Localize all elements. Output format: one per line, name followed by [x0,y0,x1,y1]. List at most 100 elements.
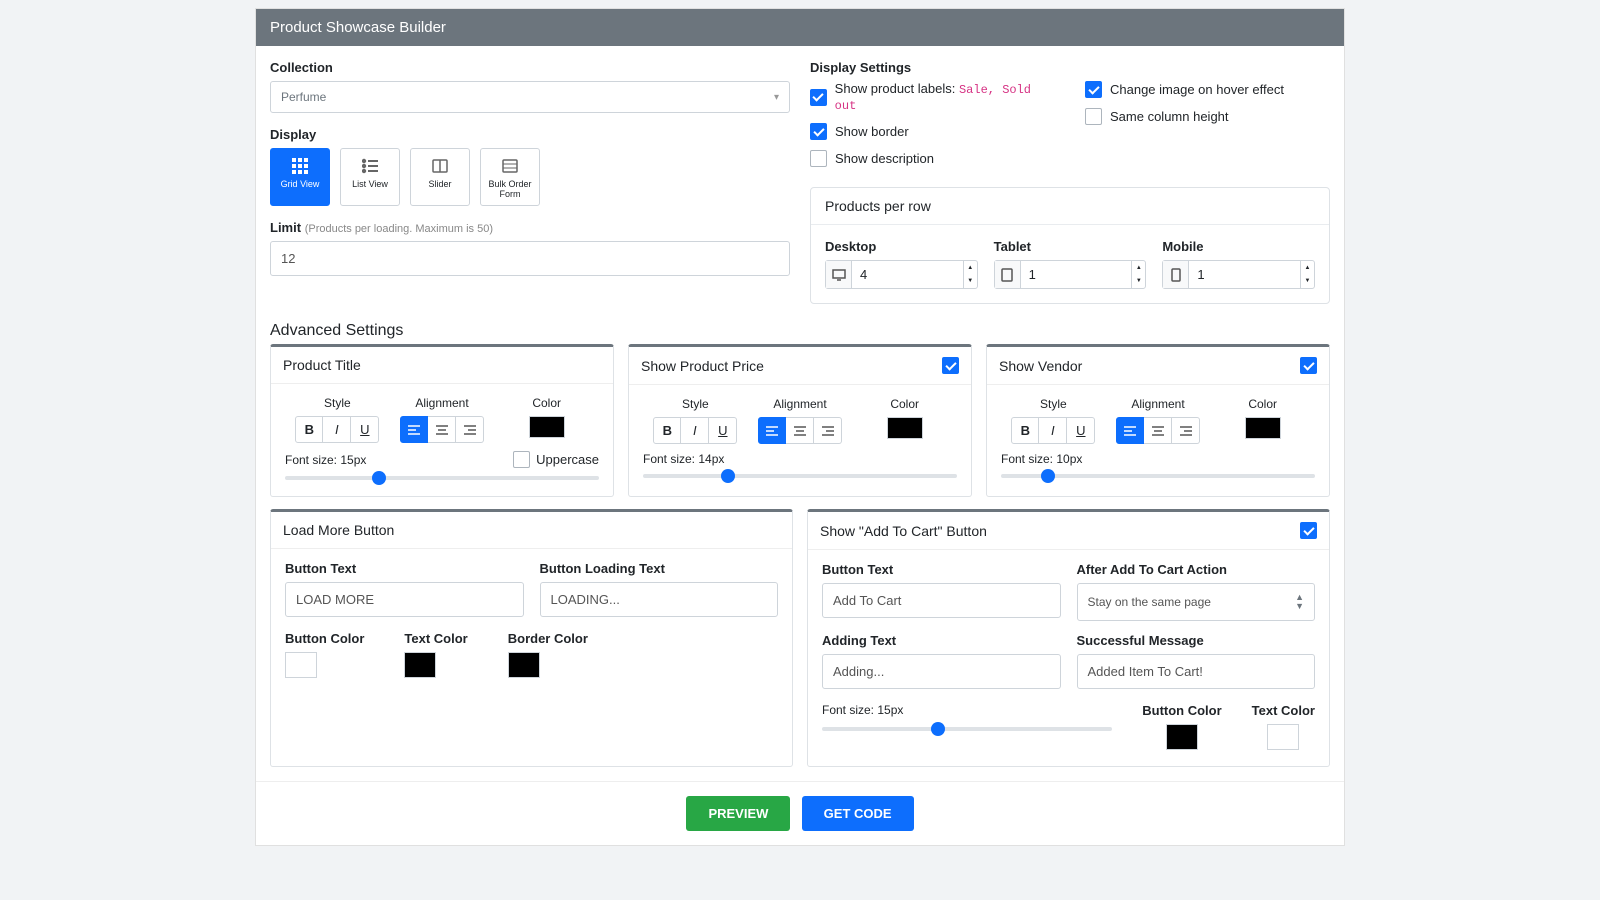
underline-button[interactable]: U [709,417,737,444]
app-container: Product Showcase Builder Collection Perf… [255,8,1345,846]
list-icon [345,157,395,175]
italic-button[interactable]: I [1039,417,1067,444]
show-description-checkbox[interactable] [810,150,827,167]
bold-button[interactable]: B [1011,417,1039,444]
success-msg-input[interactable]: Added Item To Cart! [1077,654,1316,689]
after-action-label: After Add To Cart Action [1077,562,1316,577]
load-more-header: Load More Button [283,522,394,538]
bold-button[interactable]: B [653,417,681,444]
collection-label: Collection [270,60,790,75]
align-right-button[interactable] [456,416,484,443]
atc-button-text-label: Button Text [822,562,1061,577]
vendor-card-header: Show Vendor [999,358,1082,374]
align-center-button[interactable] [428,416,456,443]
atc-header: Show "Add To Cart" Button [820,523,987,539]
style-label: Style [1001,397,1106,411]
collection-select[interactable]: Perfume ▾ [270,81,790,113]
font-size-label: Font size: 14px [643,452,957,466]
show-border-checkbox[interactable] [810,123,827,140]
chevron-down-icon: ▾ [774,92,779,103]
bold-button[interactable]: B [295,416,323,443]
align-center-button[interactable] [1144,417,1172,444]
mobile-icon [1163,261,1189,288]
display-grid-button[interactable]: Grid View [270,148,330,206]
show-labels-checkbox[interactable] [810,89,827,106]
button-color-swatch[interactable] [285,652,317,678]
adding-text-label: Adding Text [822,633,1061,648]
button-color-label: Button Color [285,631,364,646]
tablet-icon [995,261,1021,288]
collection-value: Perfume [281,90,326,104]
ppr-mobile-input[interactable]: 1 ▲▼ [1162,260,1315,289]
success-msg-label: Successful Message [1077,633,1316,648]
align-center-button[interactable] [786,417,814,444]
uppercase-checkbox[interactable] [513,451,530,468]
border-color-swatch[interactable] [508,652,540,678]
atc-button-text-input[interactable]: Add To Cart [822,583,1061,618]
underline-button[interactable]: U [351,416,379,443]
atc-toggle-checkbox[interactable] [1300,522,1317,539]
text-color-swatch[interactable] [404,652,436,678]
show-labels-text: Show product labels: Sale, Sold out [835,81,1055,113]
stepper-icon[interactable]: ▲▼ [1300,261,1314,288]
display-label: Display [270,127,790,142]
align-left-button[interactable] [1116,417,1144,444]
get-code-button[interactable]: GET CODE [802,796,914,831]
display-bulk-button[interactable]: Bulk Order Form [480,148,540,206]
price-color-swatch[interactable] [887,417,923,439]
atc-button-color-swatch[interactable] [1166,724,1198,750]
atc-text-color-label: Text Color [1252,703,1315,718]
display-grid-label: Grid View [275,179,325,189]
slider-icon [415,157,465,175]
atc-fontsize-slider[interactable] [822,727,1112,731]
color-label: Color [1210,397,1315,411]
loading-text-label: Button Loading Text [540,561,779,576]
vendor-toggle-checkbox[interactable] [1300,357,1317,374]
underline-button[interactable]: U [1067,417,1095,444]
same-height-checkbox[interactable] [1085,108,1102,125]
align-left-button[interactable] [758,417,786,444]
ppr-tablet-input[interactable]: 1 ▲▼ [994,260,1147,289]
ppr-title: Products per row [811,188,1329,225]
alignment-label: Alignment [390,396,495,410]
stepper-icon[interactable]: ▲▼ [963,261,977,288]
price-toggle-checkbox[interactable] [942,357,959,374]
align-right-button[interactable] [814,417,842,444]
title-fontsize-slider[interactable] [285,476,599,480]
uppercase-label: Uppercase [536,452,599,467]
ppr-desktop-input[interactable]: 4 ▲▼ [825,260,978,289]
grid-icon [275,157,325,175]
display-list-button[interactable]: List View [340,148,400,206]
atc-text-color-swatch[interactable] [1267,724,1299,750]
price-card-header: Show Product Price [641,358,764,374]
price-fontsize-slider[interactable] [643,474,957,478]
preview-button[interactable]: PREVIEW [686,796,790,831]
adding-text-input[interactable]: Adding... [822,654,1061,689]
desktop-icon [826,261,852,288]
italic-button[interactable]: I [323,416,351,443]
stepper-icon[interactable]: ▲▼ [1131,261,1145,288]
text-color-label: Text Color [404,631,467,646]
align-right-button[interactable] [1172,417,1200,444]
display-slider-label: Slider [415,179,465,189]
ppr-tablet-label: Tablet [994,239,1147,254]
hover-checkbox[interactable] [1085,81,1102,98]
button-text-input[interactable]: LOAD MORE [285,582,524,617]
vendor-color-swatch[interactable] [1245,417,1281,439]
alignment-label: Alignment [1106,397,1211,411]
italic-button[interactable]: I [681,417,709,444]
advanced-settings-label: Advanced Settings [270,322,1330,340]
style-label: Style [643,397,748,411]
align-left-button[interactable] [400,416,428,443]
atc-card: Show "Add To Cart" Button Button Text Ad… [807,509,1330,767]
limit-input[interactable]: 12 [270,241,790,276]
title-color-swatch[interactable] [529,416,565,438]
display-slider-button[interactable]: Slider [410,148,470,206]
vendor-fontsize-slider[interactable] [1001,474,1315,478]
load-more-card: Load More Button Button Text LOAD MORE B… [270,509,793,767]
loading-text-input[interactable]: LOADING... [540,582,779,617]
after-action-select[interactable]: Stay on the same page ▲▼ [1077,583,1316,621]
updown-icon: ▲▼ [1295,593,1304,611]
atc-fontsize-label: Font size: 15px [822,703,1112,717]
price-card: Show Product Price Style B I U [628,344,972,497]
